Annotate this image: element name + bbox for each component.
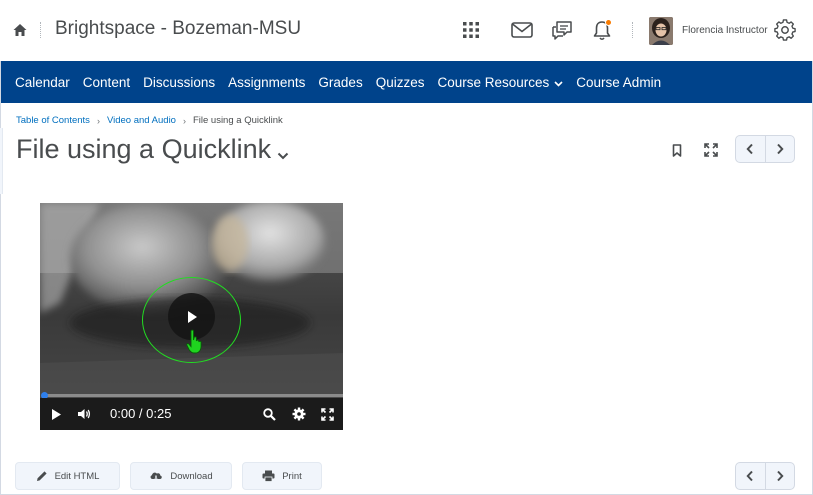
chevron-left-icon (746, 470, 753, 482)
nav-item-assignments[interactable]: Assignments (228, 75, 305, 90)
nav-label: Discussions (143, 74, 216, 90)
mail-icon[interactable] (510, 18, 534, 42)
breadcrumb-separator-icon: › (96, 115, 100, 126)
nav-item-course-admin[interactable]: Course Admin (576, 75, 661, 90)
topic-pager-top (735, 135, 795, 163)
nav-item-content[interactable]: Content (83, 75, 130, 90)
breadcrumb-separator-icon: › (182, 115, 186, 126)
nav-item-discussions[interactable]: Discussions (143, 75, 215, 90)
nav-label: Quizzes (375, 74, 425, 90)
download-label: Download (170, 470, 213, 482)
bell-icon[interactable] (590, 18, 614, 42)
volume-icon[interactable] (76, 406, 92, 422)
breadcrumb-current: File using a Quicklink (192, 115, 283, 126)
nav-label: Assignments (228, 74, 306, 90)
nav-item-course-resources[interactable]: Course Resources (437, 75, 563, 90)
search-icon[interactable] (261, 406, 277, 422)
home-icon[interactable] (12, 22, 28, 38)
video-progress-bar[interactable] (44, 394, 343, 397)
edit-html-label: Edit HTML (54, 470, 100, 482)
page-title: File using a Quicklink (16, 134, 272, 164)
chevron-down-icon (554, 75, 563, 90)
play-icon[interactable] (48, 406, 64, 422)
gear-icon[interactable] (773, 18, 797, 42)
cloud-download-icon (150, 472, 163, 482)
breadcrumb-video-and-audio[interactable]: Video and Audio (107, 115, 176, 126)
print-label: Print (282, 470, 302, 482)
nav-label: Content (82, 74, 131, 90)
avatar[interactable] (649, 17, 673, 45)
download-button[interactable]: Download (130, 462, 232, 490)
notification-dot (605, 19, 612, 26)
chevron-left-icon (746, 143, 753, 155)
breadcrumb-table-of-contents[interactable]: Table of Contents (16, 115, 90, 126)
breadcrumb: Table of Contents › Video and Audio › Fi… (16, 115, 283, 126)
next-topic-button[interactable] (764, 136, 795, 162)
edit-html-button[interactable]: Edit HTML (15, 462, 120, 490)
print-button[interactable]: Print (242, 462, 322, 490)
chat-icon[interactable] (550, 18, 574, 42)
nav-label: Course Admin (576, 74, 662, 90)
header-separator (632, 22, 633, 38)
next-topic-button[interactable] (764, 463, 795, 489)
previous-topic-button[interactable] (736, 463, 765, 489)
printer-icon (262, 470, 275, 482)
nav-label: Calendar (15, 74, 70, 90)
chevron-right-icon (777, 470, 784, 482)
pencil-icon (36, 471, 47, 481)
side-panel-handle[interactable] (0, 128, 3, 194)
bookmark-icon[interactable] (668, 141, 686, 159)
hand-cursor-icon (186, 329, 206, 355)
fullscreen-icon[interactable] (319, 406, 335, 422)
waffle-icon[interactable] (459, 18, 483, 42)
settings-gear-icon[interactable] (291, 406, 307, 422)
fullscreen-icon[interactable] (702, 141, 720, 159)
chevron-right-icon (777, 143, 784, 155)
nav-label: Grades (318, 74, 363, 90)
nav-item-quizzes[interactable]: Quizzes (376, 75, 425, 90)
user-name[interactable]: Florencia Instructor (682, 25, 768, 36)
org-name[interactable]: Brightspace - Bozeman-MSU (55, 18, 301, 40)
header-separator (40, 22, 41, 38)
chevron-down-icon[interactable] (277, 147, 289, 165)
nav-item-grades[interactable]: Grades (318, 75, 362, 90)
topic-pager-bottom (735, 462, 795, 490)
video-time: 0:00 / 0:25 (110, 406, 172, 421)
previous-topic-button[interactable] (736, 136, 765, 162)
course-navbar: Calendar Content Discussions Assignments… (1, 61, 812, 103)
video-controls: 0:00 / 0:25 (40, 398, 343, 430)
top-header: Brightspace - Bozeman-MSU Florencia Inst… (0, 0, 813, 61)
nav-label: Course Resources (437, 74, 550, 90)
nav-item-calendar[interactable]: Calendar (15, 75, 70, 90)
